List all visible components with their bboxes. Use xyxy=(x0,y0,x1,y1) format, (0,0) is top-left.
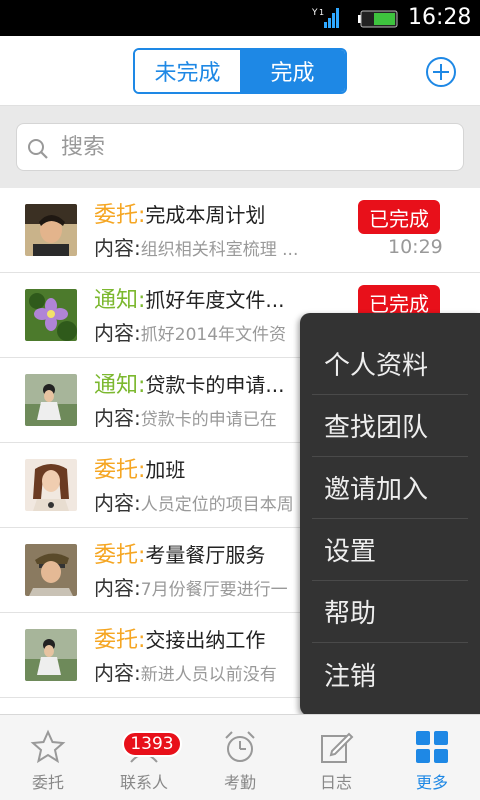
task-title: 通知:抓好年度文件... xyxy=(94,285,285,316)
content-text: 贷款卡的申请已在 xyxy=(140,410,277,430)
alarm-clock-icon xyxy=(225,731,255,762)
content-label: 内容: xyxy=(94,321,141,345)
content-label: 内容: xyxy=(94,661,141,685)
more-menu: 个人资料 查找团队 邀请加入 设置 帮助 注销 xyxy=(300,313,480,716)
avatar xyxy=(25,544,77,596)
tab-more[interactable]: 更多 xyxy=(384,715,480,800)
content-label: 内容: xyxy=(94,491,141,515)
tab-log[interactable]: 日志 xyxy=(288,715,384,800)
task-time: 10:29 xyxy=(388,236,443,258)
search-placeholder: 搜索 xyxy=(61,135,106,160)
menu-item-logout[interactable]: 注销 xyxy=(312,643,468,705)
task-title-text: 考量餐厅服务 xyxy=(145,543,266,567)
svg-text:Y: Y xyxy=(312,8,318,18)
tab-label: 考勤 xyxy=(223,773,256,792)
battery-icon xyxy=(358,10,398,28)
search-input[interactable]: 搜索 xyxy=(16,123,464,171)
task-content: 内容:7月份餐厅要进行一 xyxy=(94,574,288,604)
avatar xyxy=(25,459,77,511)
tab-incomplete[interactable]: 未完成 xyxy=(135,50,240,92)
avatar xyxy=(25,629,77,681)
task-title: 委托:考量餐厅服务 xyxy=(94,540,265,571)
menu-item-profile[interactable]: 个人资料 xyxy=(312,333,468,395)
task-type-label: 通知: xyxy=(94,288,146,313)
avatar xyxy=(25,204,77,256)
task-title-text: 完成本周计划 xyxy=(145,203,266,227)
tab-complete[interactable]: 完成 xyxy=(240,50,345,92)
star-icon xyxy=(30,729,66,764)
task-type-label: 通知: xyxy=(94,373,146,398)
menu-item-help[interactable]: 帮助 xyxy=(312,581,468,643)
content-text: 组织相关科室梳理 ... xyxy=(140,240,299,260)
menu-item-invite[interactable]: 邀请加入 xyxy=(312,457,468,519)
task-title-text: 抓好年度文件... xyxy=(145,288,285,312)
list-item[interactable]: 委托:完成本周计划 内容:组织相关科室梳理 ... 已完成 10:29 xyxy=(0,188,480,273)
task-title: 通知:贷款卡的申请... xyxy=(94,370,285,401)
search-area: 搜索 xyxy=(0,106,480,188)
status-badge: 已完成 xyxy=(358,200,440,234)
task-type-label: 委托: xyxy=(94,543,146,568)
svg-text:1: 1 xyxy=(319,8,324,17)
content-text: 人员定位的项目本周 xyxy=(140,495,294,515)
tab-label: 委托 xyxy=(31,773,64,792)
task-title-text: 贷款卡的申请... xyxy=(145,373,285,397)
tab-delegate[interactable]: 委托 xyxy=(0,715,96,800)
status-time: 16:28 xyxy=(408,5,472,30)
task-type-label: 委托: xyxy=(94,203,146,228)
signal-icon: Y 1 xyxy=(312,8,339,28)
edit-note-icon xyxy=(321,732,354,763)
task-content: 内容:新进人员以前没有 xyxy=(94,659,277,689)
task-title-text: 交接出纳工作 xyxy=(145,628,266,652)
task-content: 内容:贷款卡的申请已在 xyxy=(94,404,277,434)
task-title: 委托:加班 xyxy=(94,455,185,486)
task-title: 委托:交接出纳工作 xyxy=(94,625,265,656)
content-label: 内容: xyxy=(94,576,141,600)
task-type-label: 委托: xyxy=(94,628,146,653)
task-title-text: 加班 xyxy=(145,458,186,482)
tab-attendance[interactable]: 考勤 xyxy=(192,715,288,800)
tab-contacts[interactable]: 1393 联系人 xyxy=(96,715,192,800)
contacts-count-badge: 1393 xyxy=(122,731,182,757)
tab-label: 日志 xyxy=(319,773,352,792)
grid-icon xyxy=(416,731,448,763)
menu-item-find-team[interactable]: 查找团队 xyxy=(312,395,468,457)
content-text: 7月份餐厅要进行一 xyxy=(140,580,288,600)
task-content: 内容:抓好2014年文件资 xyxy=(94,319,286,349)
content-label: 内容: xyxy=(94,236,141,260)
bottom-tab-bar: 委托 1393 联系人 考勤 日志 更多 xyxy=(0,714,480,800)
task-type-label: 委托: xyxy=(94,458,146,483)
tab-label: 更多 xyxy=(415,773,448,792)
content-text: 新进人员以前没有 xyxy=(140,665,277,685)
avatar xyxy=(25,289,77,341)
task-content: 内容:人员定位的项目本周 xyxy=(94,489,294,519)
tab-label: 联系人 xyxy=(119,773,168,792)
task-content: 内容:组织相关科室梳理 ... xyxy=(94,234,298,264)
plus-circle-icon[interactable] xyxy=(425,56,457,88)
header: 未完成 完成 xyxy=(0,36,480,106)
content-label: 内容: xyxy=(94,406,141,430)
avatar xyxy=(25,374,77,426)
search-icon xyxy=(28,139,48,159)
task-title: 委托:完成本周计划 xyxy=(94,200,265,231)
content-text: 抓好2014年文件资 xyxy=(140,325,287,345)
status-bar: Y 1 16:28 xyxy=(0,0,480,36)
menu-item-settings[interactable]: 设置 xyxy=(312,519,468,581)
completion-segmented-control: 未完成 完成 xyxy=(133,48,347,94)
